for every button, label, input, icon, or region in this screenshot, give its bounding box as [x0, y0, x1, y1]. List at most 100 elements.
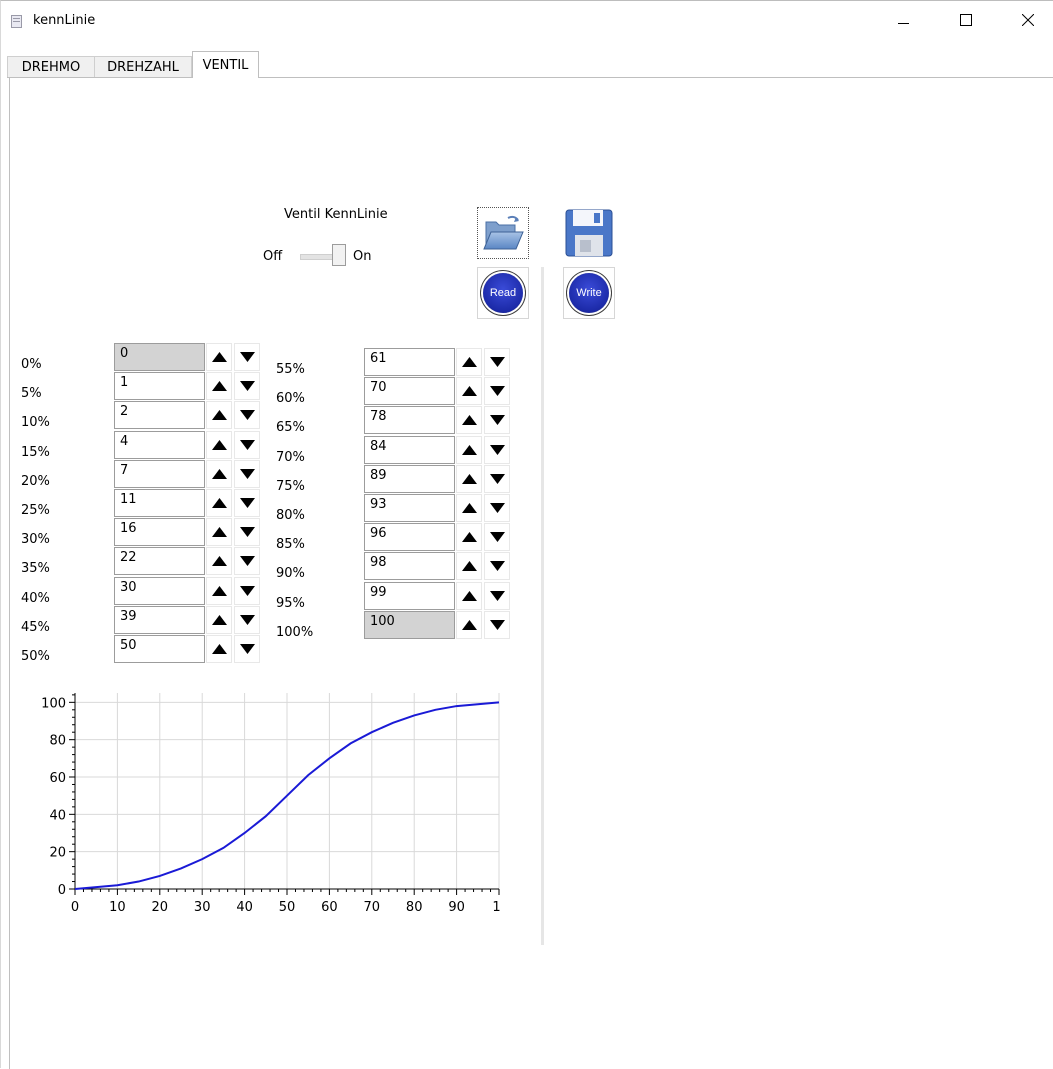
arrow-down-icon — [490, 590, 505, 601]
decrement-button[interactable] — [484, 406, 510, 435]
row-label: 75% — [276, 478, 305, 494]
value-field[interactable]: 7 — [114, 459, 205, 488]
close-button[interactable] — [1005, 1, 1051, 39]
value-field[interactable]: 39 — [114, 605, 205, 634]
value-field[interactable]: 1 — [114, 372, 205, 401]
decrement-button[interactable] — [234, 430, 260, 459]
increment-button[interactable] — [206, 343, 232, 371]
increment-button[interactable] — [456, 348, 482, 376]
row-label: 85% — [276, 537, 305, 553]
value-field[interactable]: 16 — [114, 518, 205, 547]
kennlinie-chart: 0 10 20 30 40 50 60 70 80 90 1(0 20 40 60 80 100 — [41, 693, 501, 915]
value-field[interactable]: 98 — [364, 552, 455, 581]
increment-button[interactable] — [456, 581, 482, 610]
value-field[interactable]: 89 — [364, 464, 455, 493]
row-label: 0% — [21, 357, 42, 372]
increment-button[interactable] — [456, 494, 482, 522]
read-button[interactable]: Read — [477, 267, 529, 319]
splitter[interactable] — [541, 267, 544, 945]
increment-button[interactable] — [206, 547, 232, 576]
decrement-button[interactable] — [234, 343, 260, 371]
increment-button[interactable] — [206, 489, 232, 517]
arrow-down-icon — [240, 556, 255, 567]
row-label: 35% — [21, 561, 50, 577]
value-field[interactable]: 30 — [114, 576, 205, 605]
decrement-button[interactable] — [234, 489, 260, 517]
increment-button[interactable] — [206, 576, 232, 605]
increment-button[interactable] — [456, 377, 482, 406]
tab-ventil[interactable]: VENTIL — [192, 51, 259, 78]
decrement-button[interactable] — [234, 605, 260, 634]
arrow-down-icon — [240, 644, 255, 654]
decrement-button[interactable] — [484, 464, 510, 493]
open-file-button[interactable] — [477, 207, 529, 259]
value-field[interactable]: 11 — [114, 489, 205, 517]
value-field[interactable]: 93 — [364, 494, 455, 522]
increment-button[interactable] — [456, 464, 482, 493]
decrement-button[interactable] — [234, 401, 260, 430]
row-label: 15% — [21, 444, 50, 460]
decrement-button[interactable] — [484, 610, 510, 639]
value-field: 0 — [114, 343, 205, 371]
write-circle: Write — [569, 273, 609, 313]
value-field[interactable]: 96 — [364, 523, 455, 552]
minimize-icon — [898, 23, 909, 24]
row-label: 65% — [276, 420, 305, 436]
decrement-button[interactable] — [484, 348, 510, 376]
decrement-button[interactable] — [484, 377, 510, 406]
increment-button[interactable] — [456, 610, 482, 639]
decrement-button[interactable] — [484, 435, 510, 464]
increment-button[interactable] — [206, 430, 232, 459]
maximize-button[interactable] — [943, 1, 989, 39]
increment-button[interactable] — [206, 372, 232, 401]
decrement-button[interactable] — [234, 635, 260, 663]
decrement-button[interactable] — [234, 459, 260, 488]
arrow-up-icon — [462, 503, 477, 513]
save-file-button[interactable] — [563, 207, 615, 259]
decrement-button[interactable] — [484, 523, 510, 552]
decrement-button[interactable] — [234, 576, 260, 605]
increment-button[interactable] — [206, 635, 232, 663]
arrow-up-icon — [212, 556, 227, 567]
row-label: 80% — [276, 508, 305, 523]
tab-drehmo[interactable]: DREHMO — [7, 56, 95, 78]
increment-button[interactable] — [206, 459, 232, 488]
title-bar[interactable]: kennLinie — [1, 1, 1053, 39]
y-tick-label: 0 — [58, 883, 66, 898]
decrement-button[interactable] — [234, 547, 260, 576]
decrement-button[interactable] — [484, 552, 510, 581]
y-tick-label: 80 — [49, 734, 66, 749]
decrement-button[interactable] — [484, 581, 510, 610]
switch-thumb[interactable] — [332, 244, 346, 266]
increment-button[interactable] — [456, 552, 482, 581]
arrow-down-icon — [490, 415, 505, 426]
decrement-button[interactable] — [484, 494, 510, 522]
minimize-button[interactable] — [881, 1, 927, 39]
arrow-down-icon — [490, 619, 505, 630]
arrow-down-icon — [490, 532, 505, 543]
value-field[interactable]: 22 — [114, 547, 205, 576]
increment-button[interactable] — [206, 605, 232, 634]
increment-button[interactable] — [456, 523, 482, 552]
increment-button[interactable] — [456, 406, 482, 435]
value-field[interactable]: 70 — [364, 377, 455, 406]
x-tick-label: 40 — [236, 900, 253, 915]
value-field[interactable]: 84 — [364, 435, 455, 464]
increment-button[interactable] — [206, 518, 232, 547]
read-circle: Read — [483, 273, 523, 313]
value-field[interactable]: 61 — [364, 348, 455, 376]
value-field[interactable]: 50 — [114, 635, 205, 663]
increment-button[interactable] — [206, 401, 232, 430]
value-field[interactable]: 2 — [114, 401, 205, 430]
value-field[interactable]: 78 — [364, 406, 455, 435]
tab-drehzahl[interactable]: DREHZAHL — [94, 56, 192, 78]
write-button[interactable]: Write — [563, 267, 615, 319]
value-field[interactable]: 4 — [114, 430, 205, 459]
y-tick-label: 60 — [49, 771, 66, 786]
decrement-button[interactable] — [234, 372, 260, 401]
value-field[interactable]: 99 — [364, 581, 455, 610]
tab-strip-border — [7, 77, 1053, 78]
decrement-button[interactable] — [234, 518, 260, 547]
ventil-kennlinie-switch[interactable] — [300, 254, 336, 260]
increment-button[interactable] — [456, 435, 482, 464]
